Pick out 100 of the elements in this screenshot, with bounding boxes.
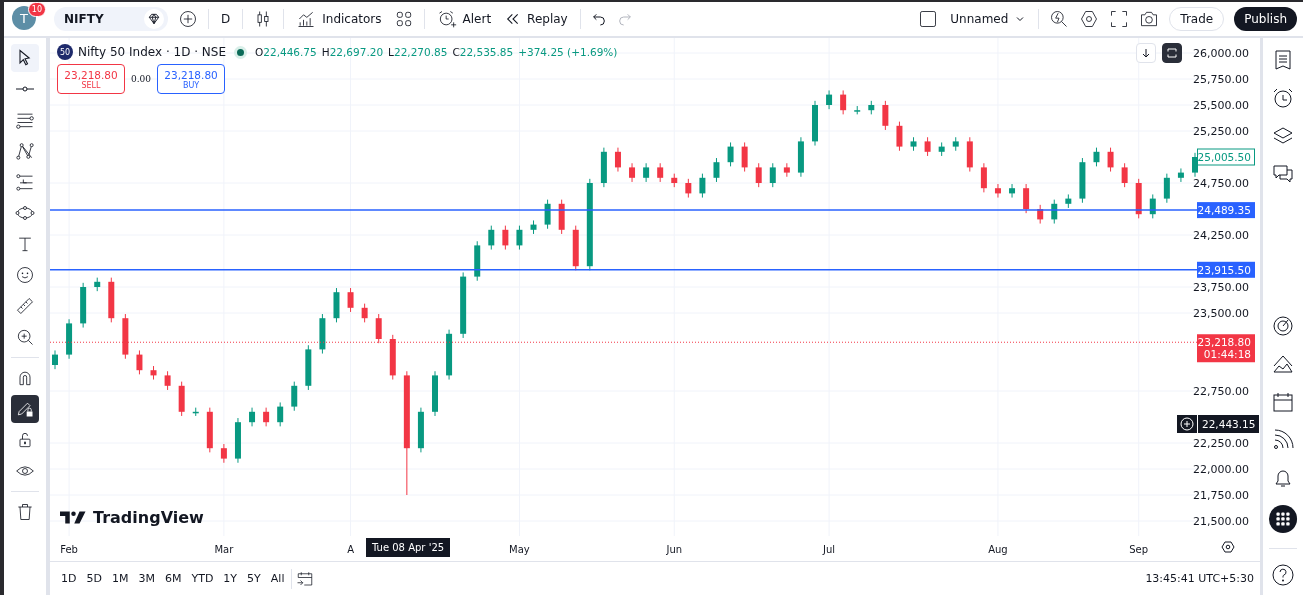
axis-label: 21,500.00 [1193,515,1249,528]
candle [558,199,565,235]
price-label: 25,005.50 [1197,148,1255,166]
symbol-title[interactable]: Nifty 50 Index · 1D · NSE [78,45,226,59]
auto-scale-button[interactable] [1162,43,1182,63]
ohlc-value: C22,535.85 [452,46,514,58]
add-icon[interactable] [178,9,198,29]
trash-icon[interactable] [15,502,35,522]
candle [432,370,438,417]
candle [643,162,650,183]
candle [840,89,847,115]
candle [220,443,227,464]
candle [122,313,129,360]
help-icon[interactable] [1271,563,1295,587]
alarm-clock-icon[interactable] [1271,86,1295,110]
candle [530,219,537,235]
axis-label: 25,250.00 [1193,125,1249,138]
candle [516,225,523,251]
replay-button[interactable]: Replay [503,11,570,27]
calendar-icon[interactable] [1271,390,1295,414]
axis-label: 21,750.00 [1193,489,1249,502]
range-button[interactable]: All [267,570,288,587]
candle [868,100,875,115]
range-button[interactable]: 1M [108,570,132,587]
logo-icon [60,510,87,525]
candle [80,282,87,329]
down-arrow-icon [1140,47,1152,59]
axis-label: 23,750.00 [1193,281,1249,294]
apps-icon[interactable] [1268,504,1298,534]
layout-name-button[interactable]: Unnamed [948,12,1029,26]
candle [94,277,101,292]
candle [812,100,818,147]
candle [572,225,579,271]
camera-icon[interactable] [1139,9,1160,29]
price-label: 23,915.50 [1197,261,1255,278]
range-button[interactable]: 5D [83,570,105,587]
candle [446,329,453,381]
symbol-badge: 50 [57,44,73,60]
buy-button[interactable]: 23,218.80 BUY [157,64,226,94]
axis-label: 25,750.00 [1193,73,1249,86]
settings-icon[interactable] [1221,541,1235,553]
candle [952,136,959,152]
add-icon[interactable] [1177,415,1197,433]
frame-icon [1166,47,1178,59]
notification-badge: 10 [27,2,46,17]
range-button[interactable]: 5Y [244,570,264,587]
scroll-down-button[interactable] [1136,43,1156,63]
ref-line-label: 23,218.80 [1197,336,1251,349]
trade-button[interactable]: Trade [1169,7,1225,31]
range-button[interactable]: YTD [188,570,217,587]
candle [333,287,340,323]
axis-label: Mar [214,544,234,555]
ruler-icon [15,296,35,316]
smiley-icon [15,265,35,285]
square-icon[interactable] [918,9,939,29]
candle [375,313,382,344]
candle [1107,147,1114,173]
lines-icon [15,172,35,192]
candle [994,183,1001,199]
broadcast-icon[interactable] [1271,428,1295,452]
candle [671,173,678,188]
settings-icon[interactable] [1079,9,1100,29]
symbol-search-field[interactable]: NIFTY [54,7,168,31]
candle [755,162,762,188]
toggle-button[interactable] [11,395,39,423]
target-icon[interactable] [1271,314,1295,338]
fullscreen-icon[interactable] [1109,9,1130,29]
axis-label: May [509,544,530,555]
alert-button[interactable]: Alert [434,9,494,29]
undo-icon[interactable] [590,11,607,27]
indicators-button[interactable]: Indicators [294,9,384,29]
publish-button[interactable]: Publish [1234,7,1297,31]
candle [108,277,115,323]
candle [910,136,917,152]
chart-icon [296,9,317,29]
axis-label: 23,500.00 [1193,307,1249,320]
candle [1121,162,1128,188]
candle [713,157,720,183]
candle [614,147,621,173]
range-button[interactable]: 1D [58,570,80,587]
candle [66,318,73,360]
sell-button[interactable]: 23,218.80 SELL [57,64,125,94]
candle [544,199,551,230]
range-button[interactable]: 1Y [220,570,241,587]
spread-value: 0.00 [131,74,152,84]
calendar-icon[interactable] [296,569,315,588]
logo-text: TradingView [93,508,204,527]
candle [1051,199,1058,225]
candle [600,147,607,188]
candle [1192,152,1198,178]
candle [1079,157,1086,204]
candle [980,162,987,193]
axis-label: 24,750.00 [1193,177,1249,190]
range-button[interactable]: 3M [135,570,158,587]
range-button[interactable]: 6M [161,570,185,587]
interval-button[interactable]: D [219,12,233,26]
ohlc-value: H22,697.20 [321,46,384,58]
candle [685,178,692,199]
axis-label: A [347,544,354,555]
tool-button[interactable] [11,44,39,72]
